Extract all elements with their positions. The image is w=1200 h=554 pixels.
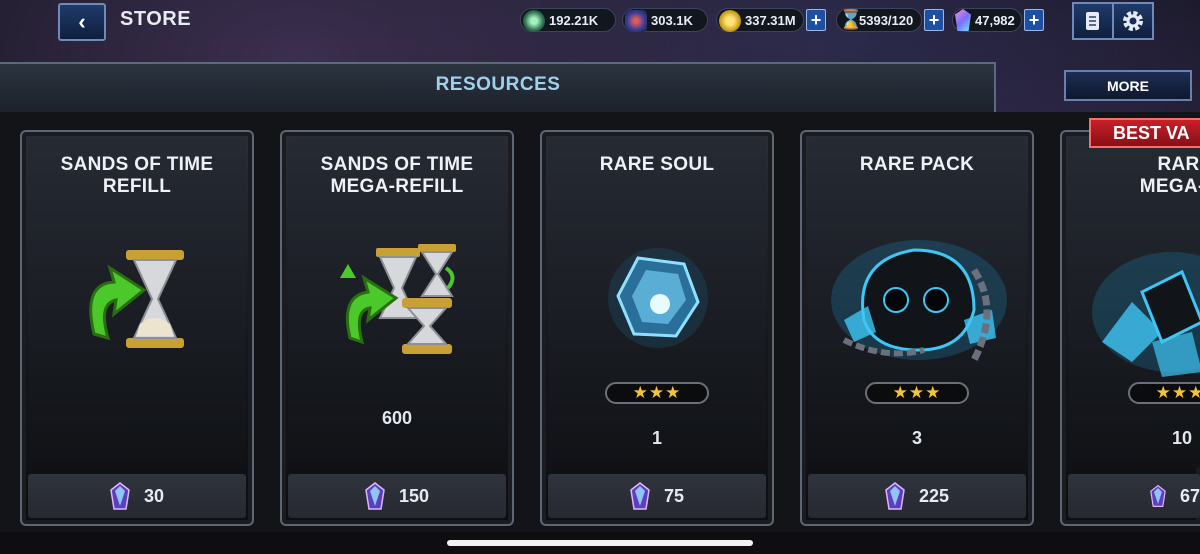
- hourglass-refill-icon: [89, 250, 184, 348]
- star-rating: ★★★: [1128, 382, 1200, 404]
- buy-button[interactable]: 225: [808, 474, 1026, 518]
- card-title: SANDS OF TIME MEGA-REFILL: [320, 154, 474, 197]
- crystal-icon: [955, 9, 971, 31]
- rare-mega-pack-icon: [1092, 252, 1200, 377]
- scroll-icon: [1086, 12, 1099, 30]
- add-units-button[interactable]: +: [1024, 9, 1044, 31]
- price-label: 30: [143, 485, 165, 506]
- price-label: 67: [1179, 485, 1200, 506]
- home-indicator[interactable]: [447, 540, 753, 546]
- add-gold-button[interactable]: +: [806, 9, 826, 31]
- price-label: 75: [663, 485, 685, 506]
- star-rating: ★★★: [605, 382, 709, 404]
- crystal-icon: [885, 482, 905, 510]
- hourglass-icon: ⌛: [839, 10, 863, 31]
- currency-units-of-power: 192.21K: [520, 8, 616, 32]
- star-rating: ★★★: [865, 382, 969, 404]
- card-title: RARE MEGA-PA: [1139, 154, 1200, 197]
- quantity-label: 1: [651, 428, 662, 448]
- currency-alliance: 303.1K: [622, 8, 708, 32]
- crystal-icon: [630, 482, 650, 510]
- settings-button[interactable]: [1112, 2, 1154, 40]
- quantity-label: 10: [1171, 428, 1193, 448]
- back-button[interactable]: ‹: [58, 3, 106, 41]
- price-label: 225: [918, 485, 950, 506]
- buy-button[interactable]: 75: [548, 474, 766, 518]
- currency-sands-of-time: ⌛ 5393/120: [836, 8, 922, 32]
- buy-button[interactable]: 67: [1068, 474, 1200, 518]
- scroll-button[interactable]: [1072, 2, 1114, 40]
- store-card-rare-soul[interactable]: RARE SOUL ★★★ 1 75: [540, 130, 774, 526]
- card-title: RARE SOUL: [599, 154, 715, 175]
- gear-icon: [1123, 11, 1143, 31]
- currency-gold: 337.31M: [716, 8, 804, 32]
- crystal-icon: [1150, 484, 1166, 507]
- tab-resources[interactable]: RESOURCES: [0, 74, 996, 96]
- quantity-label: 3: [911, 428, 922, 448]
- best-value-badge: BEST VA: [1089, 118, 1200, 148]
- page-title: STORE: [120, 8, 192, 30]
- store-card-sands-mega-refill[interactable]: SANDS OF TIME MEGA-REFILL 600 150: [280, 130, 514, 526]
- rare-pack-icon: [831, 240, 1007, 362]
- hourglass-mega-refill-icon: [340, 244, 456, 354]
- buy-button[interactable]: 150: [288, 474, 506, 518]
- currency-units: 47,982: [952, 8, 1022, 32]
- more-button[interactable]: MORE: [1064, 70, 1192, 101]
- chevron-left-icon: ‹: [78, 9, 86, 34]
- quantity-label: 600: [381, 408, 413, 428]
- crystal-icon: [365, 482, 385, 510]
- store-card-sands-refill[interactable]: SANDS OF TIME REFILL 30: [20, 130, 254, 526]
- alliance-icon: [625, 10, 647, 32]
- power-icon: [523, 10, 545, 32]
- add-sands-button[interactable]: +: [924, 9, 944, 31]
- gold-coin-icon: [719, 10, 741, 32]
- card-title: SANDS OF TIME REFILL: [60, 154, 214, 197]
- rare-soul-crystal-icon: [608, 248, 708, 348]
- price-label: 150: [398, 485, 430, 506]
- buy-button[interactable]: 30: [28, 474, 246, 518]
- store-card-rare-mega-pack[interactable]: RARE MEGA-PA ★★★ 10 67: [1060, 130, 1200, 526]
- card-title: RARE PACK: [859, 154, 975, 175]
- store-card-rare-pack[interactable]: RARE PACK ★★★ 3 225: [800, 130, 1034, 526]
- crystal-icon: [110, 482, 130, 510]
- top-bar: ‹ STORE 192.21K 303.1K 337.31M + ⌛ 5393/…: [0, 0, 1200, 44]
